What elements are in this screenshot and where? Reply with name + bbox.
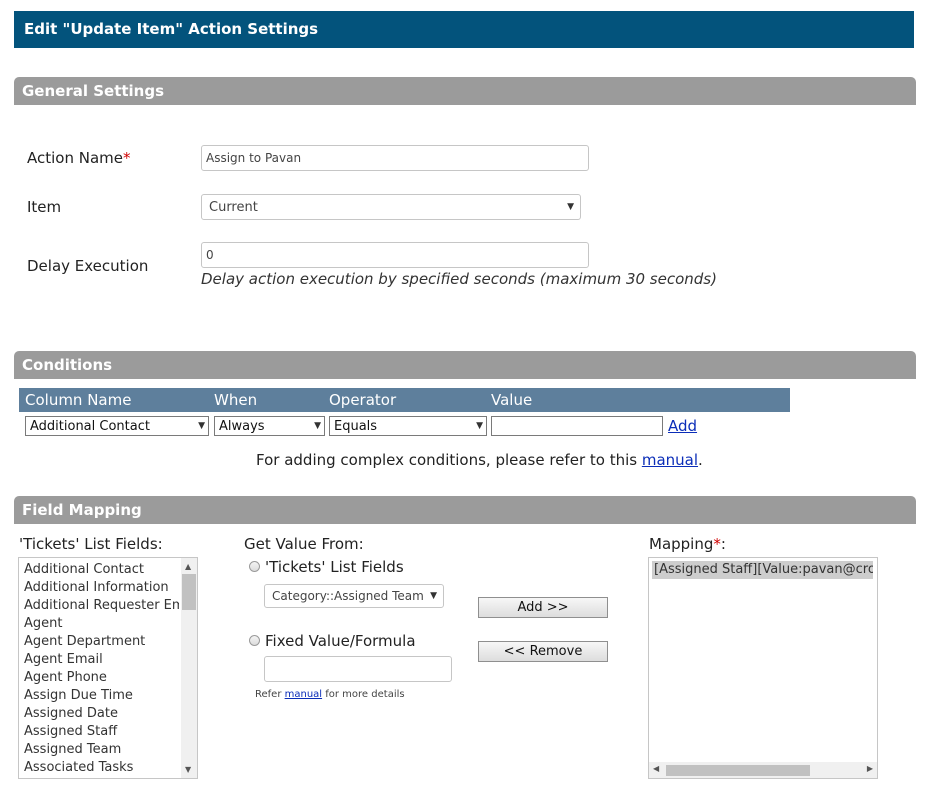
scroll-down-icon[interactable]: ▼ xyxy=(185,765,191,774)
condition-column-value: Additional Contact xyxy=(30,418,150,434)
required-mark: * xyxy=(123,149,131,167)
add-mapping-button[interactable]: Add >> xyxy=(478,597,608,618)
action-name-input[interactable]: Assign to Pavan xyxy=(201,145,589,171)
list-field-item[interactable]: Agent Email xyxy=(19,651,179,669)
fixed-value-input[interactable] xyxy=(264,656,452,682)
delay-execution-input[interactable]: 0 xyxy=(201,242,589,268)
column-header-when: When xyxy=(214,391,258,409)
list-field-item[interactable]: Assigned Date xyxy=(19,705,179,723)
scroll-right-icon[interactable]: ▶ xyxy=(867,764,873,773)
source-field-value: Category::Assigned Team xyxy=(272,589,424,603)
column-header-column-name: Column Name xyxy=(25,391,132,409)
item-select-value: Current xyxy=(209,199,258,215)
list-field-item[interactable]: Agent Department xyxy=(19,633,179,651)
refer-manual-link[interactable]: manual xyxy=(285,689,322,700)
action-name-value: Assign to Pavan xyxy=(206,151,302,165)
radio-fixed-value-label: Fixed Value/Formula xyxy=(265,632,416,650)
item-label: Item xyxy=(27,198,62,216)
required-mark: * xyxy=(713,535,721,553)
list-field-item[interactable]: Agent xyxy=(19,615,179,633)
list-field-item[interactable]: Assigned Staff xyxy=(19,723,179,741)
mapping-listbox[interactable]: [Assigned Staff][Value:pavan@crowcanyon.… xyxy=(648,557,878,779)
condition-add-link[interactable]: Add xyxy=(668,417,697,435)
list-field-item[interactable]: Additional Contact xyxy=(19,561,179,579)
conditions-manual-link[interactable]: manual xyxy=(642,451,698,469)
dialog-title: Edit "Update Item" Action Settings xyxy=(14,11,914,48)
dropdown-arrow-icon: ▼ xyxy=(476,421,483,431)
radio-fixed-value[interactable] xyxy=(249,635,260,646)
scrollbar-thumb[interactable] xyxy=(182,574,196,610)
list-fields-listbox[interactable]: Additional Contact Additional Information… xyxy=(18,557,198,779)
get-value-from-label: Get Value From: xyxy=(244,535,364,553)
mapping-item[interactable]: [Assigned Staff][Value:pavan@crowcanyon.… xyxy=(652,561,873,579)
condition-column-select[interactable]: Additional Contact ▼ xyxy=(25,416,209,436)
mapping-label: Mapping*: xyxy=(649,535,726,553)
action-name-label: Action Name* xyxy=(27,149,131,167)
conditions-table-header: Column Name When Operator Value xyxy=(19,388,790,412)
source-field-select[interactable]: Category::Assigned Team ▼ xyxy=(264,584,444,608)
general-settings-header: General Settings xyxy=(14,77,916,105)
field-mapping-header: Field Mapping xyxy=(14,496,916,524)
item-select[interactable]: Current ▼ xyxy=(201,194,581,220)
remove-mapping-button[interactable]: << Remove xyxy=(478,641,608,662)
condition-when-value: Always xyxy=(219,418,265,434)
condition-operator-select[interactable]: Equals ▼ xyxy=(329,416,487,436)
list-field-item[interactable]: Agent Phone xyxy=(19,669,179,687)
mapping-hscrollbar[interactable]: ◀ ▶ xyxy=(649,762,877,778)
list-fields-scrollbar[interactable]: ▲ ▼ xyxy=(181,558,197,778)
scrollbar-thumb[interactable] xyxy=(666,765,810,776)
list-field-item[interactable]: Additional Information xyxy=(19,579,179,597)
condition-when-select[interactable]: Always ▼ xyxy=(214,416,325,436)
column-header-value: Value xyxy=(491,391,533,409)
conditions-header: Conditions xyxy=(14,351,916,379)
delay-execution-value: 0 xyxy=(206,248,214,262)
delay-hint: Delay action execution by specified seco… xyxy=(201,270,717,288)
list-field-item[interactable]: Associated Tasks xyxy=(19,759,179,777)
list-field-item[interactable]: Additional Requester Email xyxy=(19,597,179,615)
condition-operator-value: Equals xyxy=(334,418,378,434)
list-field-item[interactable]: Assign Due Time xyxy=(19,687,179,705)
radio-list-fields-label: 'Tickets' List Fields xyxy=(265,558,404,576)
list-fields-label: 'Tickets' List Fields: xyxy=(19,535,163,553)
scroll-left-icon[interactable]: ◀ xyxy=(653,764,659,773)
dropdown-arrow-icon: ▼ xyxy=(567,202,574,212)
radio-list-fields[interactable] xyxy=(249,561,260,572)
column-header-operator: Operator xyxy=(329,391,397,409)
list-field-item[interactable]: Assigned Team xyxy=(19,741,179,759)
dropdown-arrow-icon: ▼ xyxy=(198,421,205,431)
condition-value-input[interactable] xyxy=(491,416,663,436)
delay-execution-label: Delay Execution xyxy=(27,257,149,275)
scroll-up-icon[interactable]: ▲ xyxy=(185,562,191,571)
conditions-note: For adding complex conditions, please re… xyxy=(256,451,703,469)
refer-manual-note: Refer manual for more details xyxy=(255,689,405,700)
dropdown-arrow-icon: ▼ xyxy=(314,421,321,431)
dropdown-arrow-icon: ▼ xyxy=(430,591,437,601)
